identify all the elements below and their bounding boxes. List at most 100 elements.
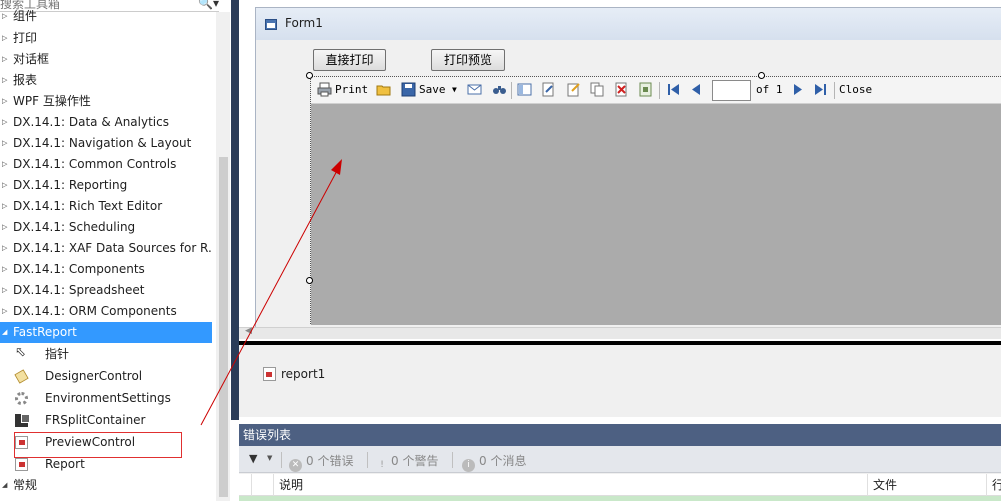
first-page-icon[interactable] — [666, 82, 681, 97]
toolbox-category-label: DX.14.1: Scheduling — [13, 220, 136, 234]
expand-arrow-icon[interactable]: ▷ — [2, 301, 7, 322]
filter-dropdown-icon[interactable]: ▼ — [267, 454, 272, 462]
filter-icon[interactable]: ▼ — [249, 452, 257, 465]
report-component[interactable]: report1 — [281, 367, 325, 381]
watermark-icon[interactable] — [638, 82, 653, 97]
messages-filter-button[interactable]: i 0 个消息 — [462, 452, 526, 472]
preview-canvas[interactable] — [311, 104, 1001, 325]
toolbox-category-label: DX.14.1: Navigation & Layout — [13, 136, 192, 150]
collapse-arrow-icon[interactable]: ◢ — [2, 322, 7, 343]
resize-handle[interactable] — [306, 72, 313, 79]
toolbox-category[interactable]: ▷ DX.14.1: ORM Components — [0, 301, 212, 322]
toolbox-item-label: DesignerControl — [45, 369, 143, 383]
toolbox-category[interactable]: ◢ 常规 — [0, 475, 212, 496]
toolbox-category[interactable]: ▷ DX.14.1: Scheduling — [0, 217, 212, 238]
find-icon[interactable] — [492, 82, 507, 97]
designer-icon — [14, 369, 29, 384]
page-setup-icon[interactable] — [541, 82, 556, 97]
outline-icon[interactable] — [517, 82, 532, 97]
expand-arrow-icon[interactable]: ▷ — [2, 217, 7, 238]
column-header-line[interactable]: 行 — [986, 474, 1001, 496]
toolbox-category[interactable]: ▷ 组件 — [0, 6, 212, 27]
print-button[interactable]: Print — [335, 82, 368, 98]
expand-arrow-icon[interactable]: ▷ — [2, 70, 7, 91]
settings-icon — [15, 392, 28, 405]
expand-arrow-icon[interactable]: ▷ — [2, 154, 7, 175]
toolbox-item-environmentsettings[interactable]: EnvironmentSettings — [0, 387, 212, 409]
save-button[interactable]: Save — [419, 82, 446, 98]
toolbox-item-label: EnvironmentSettings — [45, 391, 171, 405]
toolbox-category[interactable]: ▷ 打印 — [0, 28, 212, 49]
component-tray: report1 — [239, 345, 1001, 417]
toolbox-item-pointer[interactable]: ⬁ 指针 — [0, 343, 212, 365]
printer-icon[interactable] — [317, 82, 332, 97]
expand-arrow-icon[interactable]: ▷ — [2, 112, 7, 133]
toolbox-scrollbar[interactable] — [216, 12, 230, 501]
scroll-left-icon[interactable]: ◀ — [245, 326, 252, 336]
save-dropdown-icon[interactable]: ▼ — [452, 82, 457, 98]
toolbox-category[interactable]: ▷ DX.14.1: XAF Data Sources for R... — [0, 238, 212, 259]
toolbox-category[interactable]: ▷ DX.14.1: Reporting — [0, 175, 212, 196]
direct-print-button[interactable]: 直接打印 — [313, 49, 386, 71]
toolbox-category[interactable]: ▷ DX.14.1: Data & Analytics — [0, 112, 212, 133]
next-page-icon[interactable] — [790, 82, 805, 97]
toolbox-item-frsplitcontainer[interactable]: FRSplitContainer — [0, 409, 212, 431]
expand-arrow-icon[interactable]: ▷ — [2, 6, 7, 27]
page-count-label: of 1 — [756, 83, 783, 96]
toolbar-separator — [281, 452, 282, 468]
toolbox-category[interactable]: ▷ WPF 互操作性 — [0, 91, 212, 112]
warnings-filter-button[interactable]: ! 0 个警告 — [377, 452, 438, 472]
designer-horizontal-scrollbar[interactable]: ◀ — [239, 326, 1001, 339]
delete-page-icon[interactable] — [614, 82, 629, 97]
toolbox-category[interactable]: ▷ DX.14.1: Rich Text Editor — [0, 196, 212, 217]
resize-handle[interactable] — [758, 72, 765, 79]
save-icon[interactable] — [401, 82, 416, 97]
scrollbar-thumb[interactable] — [219, 157, 228, 497]
toolbox-category-label: DX.14.1: XAF Data Sources for R... — [13, 241, 212, 255]
errors-filter-button[interactable]: ✕ 0 个错误 — [289, 452, 353, 472]
copy-page-icon[interactable] — [590, 82, 605, 97]
toolbox-category[interactable]: ▷ DX.14.1: Common Controls — [0, 154, 212, 175]
errors-count: 0 个错误 — [306, 454, 354, 468]
expand-arrow-icon[interactable]: ▷ — [2, 280, 7, 301]
error-list-toolbar: ▼ ▼ ✕ 0 个错误 ! 0 个警告 i 0 个消息 — [239, 446, 1001, 473]
expand-arrow-icon[interactable]: ▷ — [2, 259, 7, 280]
resize-handle[interactable] — [306, 277, 313, 284]
expand-arrow-icon[interactable]: ▷ — [2, 28, 7, 49]
pointer-icon: ⬁ — [15, 345, 26, 360]
print-preview-button[interactable]: 打印预览 — [431, 49, 505, 71]
toolbox-category[interactable]: ▷ 报表 — [0, 70, 212, 91]
expand-arrow-icon[interactable]: ◢ — [2, 475, 7, 496]
toolbox-category-label: FastReport — [13, 325, 77, 339]
warning-icon: ! — [380, 460, 384, 470]
expand-arrow-icon[interactable]: ▷ — [2, 238, 7, 259]
page-number-input[interactable] — [712, 80, 751, 101]
toolbox-category-fastreport[interactable]: ◢ FastReport — [0, 322, 212, 343]
column-header — [251, 474, 273, 496]
toolbox-category[interactable]: ▷ DX.14.1: Spreadsheet — [0, 280, 212, 301]
toolbox-item-label: FRSplitContainer — [45, 413, 146, 427]
edit-page-icon[interactable] — [566, 82, 581, 97]
toolbox-item-label: Report — [45, 457, 85, 471]
toolbox-category-label: 打印 — [13, 31, 38, 45]
toolbox-category[interactable]: ▷ 对话框 — [0, 49, 212, 70]
toolbox-category[interactable]: ▷ DX.14.1: Components — [0, 259, 212, 280]
column-header-description[interactable]: 说明 — [273, 474, 867, 496]
email-icon[interactable] — [467, 82, 482, 97]
preview-control[interactable]: Print Save ▼ of 1 Close — [310, 76, 1001, 325]
last-page-icon[interactable] — [813, 82, 828, 97]
toolbox-item-designercontrol[interactable]: DesignerControl — [0, 365, 212, 387]
toolbox-category-label: 报表 — [13, 73, 38, 87]
expand-arrow-icon[interactable]: ▷ — [2, 49, 7, 70]
toolbox-item-label: 指针 — [45, 347, 70, 361]
expand-arrow-icon[interactable]: ▷ — [2, 196, 7, 217]
previous-page-icon[interactable] — [689, 82, 704, 97]
toolbar-separator — [511, 82, 512, 99]
toolbox-category[interactable]: ▷ DX.14.1: Navigation & Layout — [0, 133, 212, 154]
close-button[interactable]: Close — [839, 82, 872, 98]
expand-arrow-icon[interactable]: ▷ — [2, 175, 7, 196]
expand-arrow-icon[interactable]: ▷ — [2, 133, 7, 154]
open-folder-icon[interactable] — [376, 82, 391, 97]
expand-arrow-icon[interactable]: ▷ — [2, 91, 7, 112]
column-header-file[interactable]: 文件 — [867, 474, 986, 496]
